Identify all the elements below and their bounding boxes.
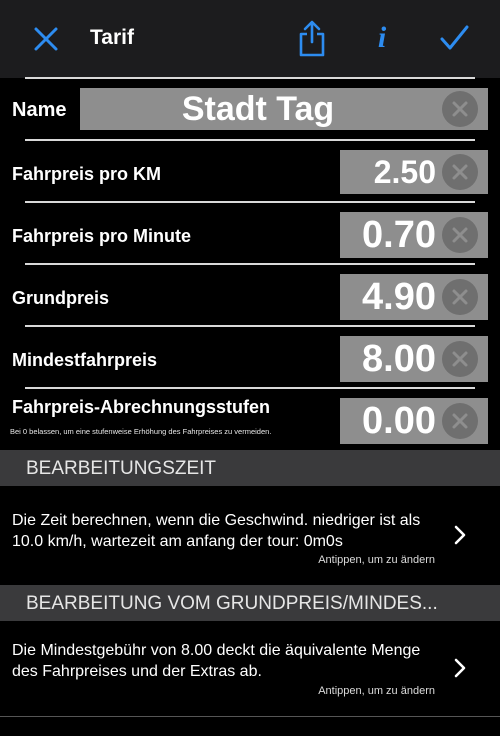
clear-icon [452,351,468,367]
min-price-field[interactable]: 8.00 [340,336,488,382]
price-per-minute-field[interactable]: 0.70 [340,212,488,258]
clear-billing-steps-button[interactable] [442,403,478,439]
navigation-bar: Tarif i [0,0,500,78]
info-icon[interactable]: i [370,20,394,56]
clear-base-price-button[interactable] [442,279,478,315]
base-price-field[interactable]: 4.90 [340,274,488,320]
clear-icon [452,164,468,180]
chevron-right-icon [454,658,466,678]
base-price-value: 4.90 [362,275,436,318]
name-label: Name [12,99,67,121]
clear-icon [452,413,468,429]
price-per-km-value: 2.50 [373,153,436,190]
divider [25,77,475,79]
tap-to-change-hint: Antippen, um zu ändern [318,554,435,566]
divider [25,201,475,203]
clear-price-per-km-button[interactable] [442,154,478,190]
processing-time-text: Die Zeit berechnen, wenn die Geschwind. … [12,512,421,550]
clear-icon [452,289,468,305]
divider [25,387,475,389]
base-price-processing-text: Die Mindestgebühr von 8.00 deckt die äqu… [12,642,421,680]
billing-steps-label: Fahrpreis-Abrechnungsstufen [12,397,271,417]
name-value: Stadt Tag [181,89,335,128]
price-per-minute-value: 0.70 [362,213,436,256]
processing-time-section-header: BEARBEITUNGSZEIT [0,450,500,486]
divider [25,263,475,265]
min-price-label: Mindestfahrpreis [12,350,158,370]
name-field[interactable]: Stadt Tag [80,88,488,130]
clear-price-per-minute-button[interactable] [442,217,478,253]
divider [25,325,475,327]
clear-min-price-button[interactable] [442,341,478,377]
divider [0,716,500,717]
close-icon[interactable] [30,23,62,55]
price-per-km-field[interactable]: 2.50 [340,150,488,194]
price-per-km-label: Fahrpreis pro KM [12,164,162,184]
base-price-processing-section-header: BEARBEITUNG VOM GRUNDPREIS/MINDES... [0,585,500,621]
chevron-right-icon [454,525,466,545]
price-per-minute-label: Fahrpreis pro Minute [12,226,192,246]
min-price-value: 8.00 [362,337,436,380]
clear-icon [452,227,468,243]
clear-icon [452,101,468,117]
clear-name-button[interactable] [442,91,478,127]
billing-steps-value: 0.00 [362,399,436,442]
checkmark-icon[interactable] [438,22,470,54]
share-icon[interactable] [296,20,328,58]
section-title: BEARBEITUNGSZEIT [26,458,217,479]
tap-to-change-hint: Antippen, um zu ändern [318,685,435,697]
section-title: BEARBEITUNG VOM GRUNDPREIS/MINDES... [26,593,438,614]
billing-steps-field[interactable]: 0.00 [340,398,488,444]
processing-time-row[interactable]: Die Zeit berechnen, wenn die Geschwind. … [0,486,500,582]
divider [25,139,475,141]
base-price-processing-row[interactable]: Die Mindestgebühr von 8.00 deckt die äqu… [0,621,500,715]
billing-steps-hint: Bei 0 belassen, um eine stufenweise Erhö… [10,427,272,436]
base-price-label: Grundpreis [12,288,110,308]
page-title: Tarif [90,26,134,49]
